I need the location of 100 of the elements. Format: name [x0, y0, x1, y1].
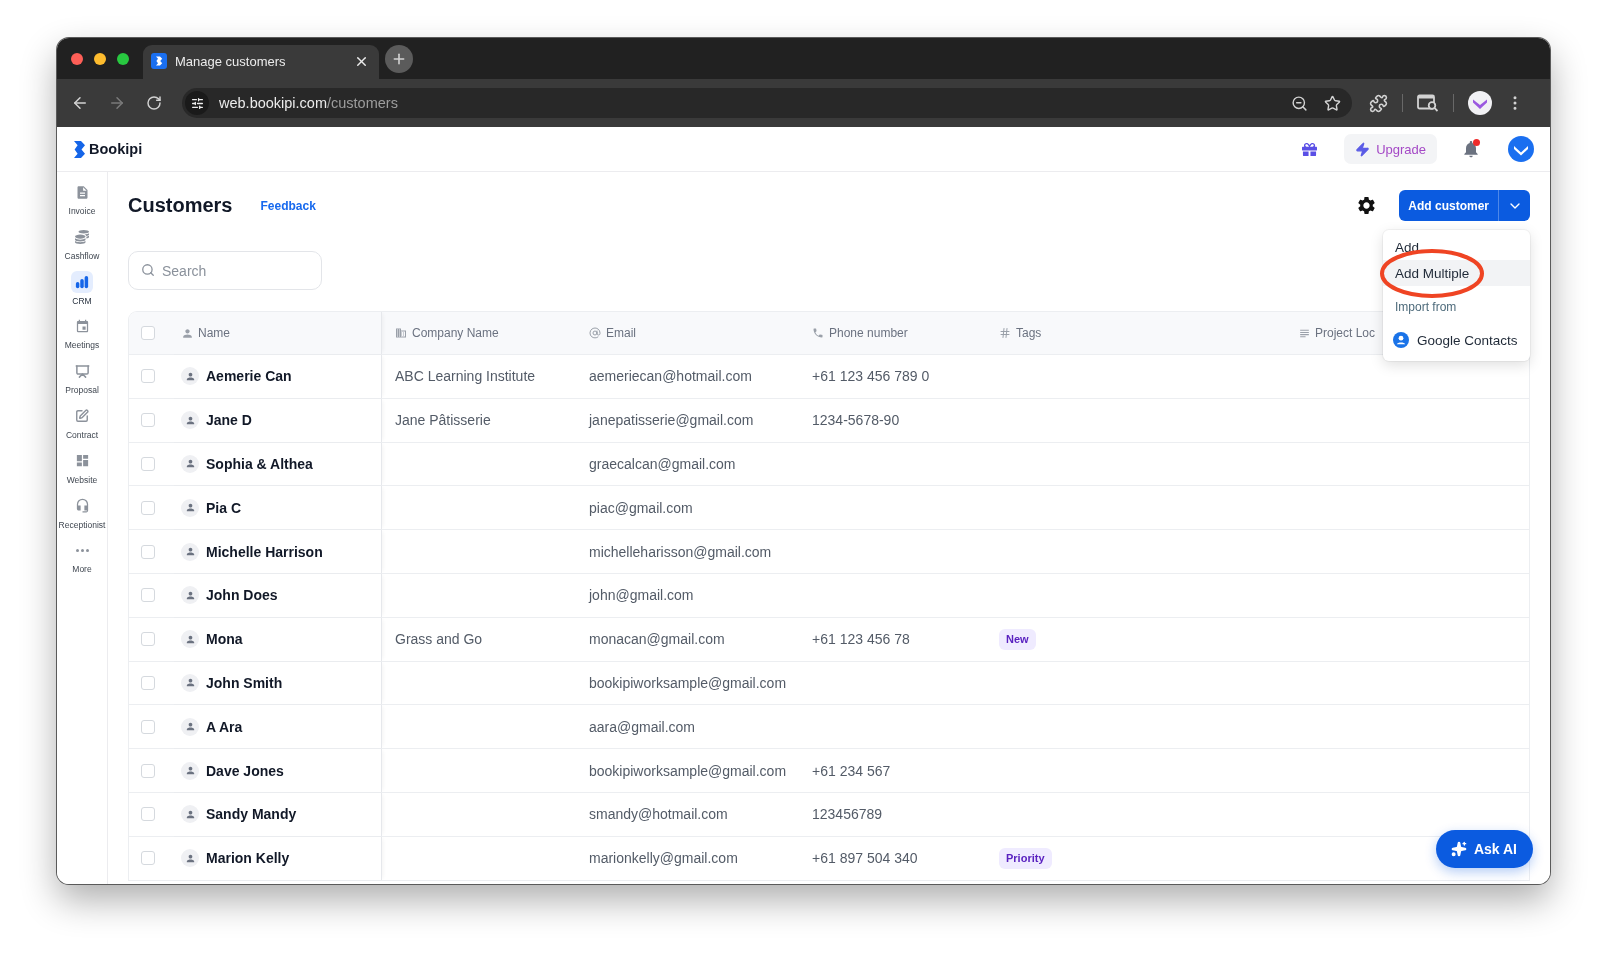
- avatar-icon: [181, 586, 199, 605]
- checkbox[interactable]: [141, 369, 155, 384]
- checkbox[interactable]: [141, 326, 155, 340]
- upgrade-button[interactable]: Upgrade: [1344, 134, 1437, 164]
- column-header: Email: [606, 326, 636, 340]
- account-avatar-icon[interactable]: [1508, 136, 1534, 162]
- checkbox[interactable]: [141, 675, 155, 690]
- avatar-icon: [181, 761, 199, 780]
- lightning-icon: [1355, 141, 1371, 157]
- customer-name: Aemerie Can: [206, 368, 292, 385]
- window-close-icon[interactable]: [71, 52, 83, 65]
- bell-icon[interactable]: [1461, 139, 1481, 159]
- checkbox[interactable]: [141, 544, 155, 559]
- dashboard-icon: [74, 453, 90, 469]
- customer-name: A Ara: [206, 718, 243, 735]
- email-address: bookipiworksample@gmail.com: [589, 762, 787, 779]
- sidebar-item[interactable]: Receptionist: [57, 494, 108, 540]
- logo-icon: [74, 140, 86, 158]
- checkbox[interactable]: [141, 763, 155, 778]
- avatar-icon: [181, 498, 199, 517]
- email-address: bookipiworksample@gmail.com: [589, 674, 787, 691]
- more-dots-icon: [75, 548, 89, 552]
- email-address: piac@gmail.com: [589, 499, 693, 516]
- phone-number: +61 897 504 340: [812, 850, 918, 867]
- sidebar-item[interactable]: Meetings: [57, 315, 108, 361]
- company-name: Jane Pâtisserie: [395, 412, 491, 429]
- sidebar-item[interactable]: Invoice: [57, 181, 108, 226]
- sidebar-item[interactable]: Website: [57, 449, 108, 495]
- avatar-icon: [181, 542, 199, 561]
- window-search-icon[interactable]: [1417, 94, 1439, 112]
- checkbox[interactable]: [141, 500, 155, 515]
- email-address: graecalcan@gmail.com: [589, 456, 736, 472]
- phone-number: +61 234 567: [812, 762, 891, 779]
- phone-number: +61 123 456 78: [812, 631, 910, 648]
- puzzle-icon[interactable]: [1369, 93, 1388, 113]
- checkbox[interactable]: [141, 807, 155, 822]
- at-sign-icon: [589, 327, 601, 339]
- avatar-icon: [181, 673, 199, 692]
- profile-avatar-icon[interactable]: [1468, 91, 1492, 115]
- building-icon: [395, 327, 407, 339]
- pen-square-icon: [75, 409, 89, 423]
- dropdown-toggle-button[interactable]: [1498, 190, 1530, 221]
- column-header: Project Loc: [1315, 326, 1376, 340]
- email-address: john@gmail.com: [589, 587, 694, 604]
- new-tab-icon[interactable]: [385, 44, 413, 73]
- window-maximize-icon[interactable]: [117, 52, 129, 65]
- reload-icon[interactable]: [146, 95, 162, 111]
- favicon-icon: [151, 53, 167, 69]
- avatar-icon: [181, 455, 199, 473]
- sidebar-item[interactable]: Cashflow: [57, 225, 108, 271]
- checkbox[interactable]: [141, 588, 155, 603]
- address-bar[interactable]: web.bookipi.com/customers: [182, 88, 1352, 118]
- checkbox[interactable]: [141, 851, 155, 866]
- menu-section-label: Import from: [1395, 300, 1457, 314]
- customer-name: Mona: [206, 631, 243, 648]
- email-address: smandy@hotmail.com: [589, 806, 728, 823]
- page-title: Customers: [128, 194, 233, 217]
- sidebar-item[interactable]: CRM: [57, 270, 108, 316]
- presentation-board-icon: [74, 363, 90, 379]
- customer-name: Dave Jones: [206, 762, 284, 779]
- headset-icon: [74, 498, 90, 514]
- star-icon[interactable]: [1324, 94, 1341, 112]
- email-address: aara@gmail.com: [589, 718, 696, 735]
- customer-name: Marion Kelly: [206, 850, 290, 867]
- sidebar-item[interactable]: More: [57, 539, 108, 585]
- avatar-icon: [181, 367, 199, 386]
- column-header: Tags: [1016, 326, 1042, 340]
- window-minimize-icon[interactable]: [94, 52, 106, 65]
- sidebar-item[interactable]: Proposal: [57, 360, 108, 405]
- zoom-out-icon[interactable]: [1291, 94, 1308, 112]
- bar-chart-icon: [75, 274, 89, 289]
- phone-number: 123456789: [812, 806, 883, 823]
- address-text: web.bookipi.com/customers: [219, 95, 398, 111]
- menu-item[interactable]: Google Contacts: [1383, 322, 1530, 358]
- sidebar-item[interactable]: Contract: [57, 405, 108, 450]
- checkbox[interactable]: [141, 719, 155, 734]
- browser-tab[interactable]: Manage customers: [143, 45, 379, 79]
- ask-ai-button[interactable]: Ask AI: [1435, 830, 1533, 868]
- site-settings-icon[interactable]: [185, 91, 209, 115]
- checkbox[interactable]: [141, 413, 155, 428]
- search-field[interactable]: Search: [128, 251, 322, 290]
- gift-icon[interactable]: [1302, 141, 1318, 157]
- customer-name: John Does: [206, 587, 278, 604]
- avatar-icon: [181, 849, 199, 868]
- column-header: Phone number: [829, 326, 908, 340]
- feedback-link[interactable]: Feedback: [260, 198, 316, 213]
- avatar-icon: [181, 717, 199, 736]
- customer-name: Sophia & Althea: [206, 456, 313, 472]
- calendar-icon: [74, 318, 90, 334]
- search-icon: [141, 263, 155, 277]
- add-customer-button[interactable]: Add customer: [1399, 190, 1498, 221]
- avatar-icon: [181, 805, 199, 824]
- customer-name: Michelle Harrison: [206, 543, 323, 560]
- checkbox[interactable]: [141, 457, 155, 471]
- checkbox[interactable]: [141, 632, 155, 647]
- contact-person-icon: [1393, 332, 1409, 348]
- avatar-icon: [181, 630, 199, 649]
- user-icon: [181, 326, 194, 340]
- customer-name: Pia C: [206, 499, 241, 516]
- email-address: aemeriecan@hotmail.com: [589, 368, 752, 385]
